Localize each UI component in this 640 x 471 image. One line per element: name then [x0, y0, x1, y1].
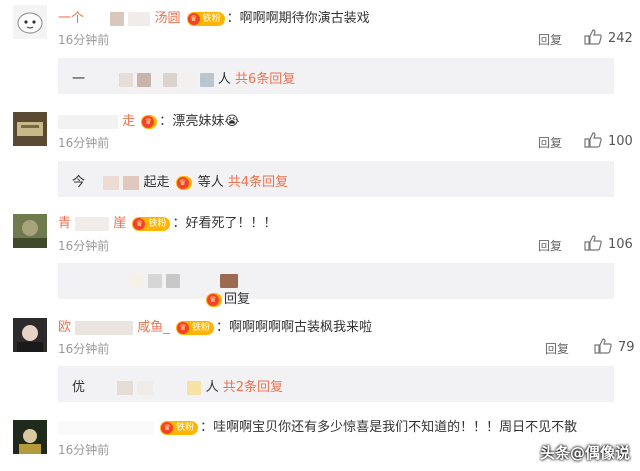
crown-icon: ♛	[187, 12, 200, 25]
crown-icon: ♛	[176, 176, 189, 189]
like-button[interactable]: 100	[584, 132, 633, 149]
photo-avatar	[13, 112, 47, 146]
comment-text-line: ♛ 铁粉 ：哇啊啊宝贝你还有多少惊喜是我们不知道的！！！周日不见不散	[58, 416, 577, 435]
like-count: 79	[618, 340, 635, 355]
timestamp: 16分钟前	[58, 443, 110, 457]
reply-preview-line: 优 人 共2条回复	[72, 380, 284, 395]
fan-badge: ♛	[175, 175, 192, 190]
blurred-name	[110, 11, 125, 26]
timestamp: 16分钟前	[58, 33, 110, 47]
comment-text: 啊啊啊期待你演古装戏	[239, 11, 370, 26]
like-count: 242	[608, 31, 633, 46]
reply-button[interactable]: 回复	[538, 237, 562, 254]
crown-icon: ♛	[161, 421, 174, 434]
comment-text-line: 欧 咸鱼_ ♛ 铁粉 ：啊啊啊啊啊古装枫我来啦	[58, 320, 372, 335]
like-count: 100	[608, 134, 633, 149]
username[interactable]: 走	[58, 114, 139, 129]
username-prefix: 欧	[58, 320, 72, 335]
photo-avatar	[13, 420, 47, 454]
more-replies-link[interactable]: 共6条回复	[235, 72, 295, 87]
thumbs-up-icon	[594, 338, 612, 354]
comment-text: 好看死了！！！	[185, 216, 277, 231]
username-suffix: 汤圆	[154, 11, 181, 26]
avatar[interactable]	[13, 112, 47, 146]
timestamp: 16分钟前	[58, 342, 110, 356]
comment-text-line: 青 崖 ♛ 铁粉 ：好看死了！！！	[58, 216, 277, 231]
username-prefix: 一个	[58, 11, 85, 26]
blurred-name	[128, 11, 151, 26]
thumbs-up-icon	[584, 29, 602, 45]
thumbs-up-icon	[584, 235, 602, 251]
fan-badge[interactable]: ♛	[141, 114, 158, 129]
photo-avatar	[13, 214, 47, 248]
like-button[interactable]: 106	[584, 235, 633, 252]
reply-preview-line: 一 人 共6条回复	[72, 72, 296, 87]
username[interactable]: 一个 汤圆	[58, 11, 185, 26]
timestamp: 16分钟前	[58, 136, 110, 150]
reply-preview[interactable]: 一 人 共6条回复	[58, 58, 614, 94]
comment-text: 漂亮妹妹	[172, 114, 225, 129]
comment-text-line: 走 ♛ ：漂亮妹妹😭	[58, 110, 240, 129]
timestamp: 16分钟前	[58, 239, 110, 253]
avatar[interactable]	[13, 420, 47, 454]
thumbs-up-icon	[584, 132, 602, 148]
watermark: 头条@偶像说	[539, 444, 630, 462]
reply-preview[interactable]: 今 起走 ♛ 等人 共4条回复	[58, 161, 614, 197]
crown-icon: ♛	[176, 321, 189, 334]
reply-button[interactable]: 回复	[538, 31, 562, 48]
username-prefix: 青	[58, 216, 72, 231]
reply-preview-line: ♛ 回复	[72, 273, 250, 307]
fan-badge[interactable]: ♛ 铁粉	[160, 420, 199, 435]
fan-badge[interactable]: ♛ 铁粉	[175, 320, 214, 335]
crown-icon: ♛	[207, 293, 219, 306]
crown-icon: ♛	[133, 217, 146, 230]
reply-preview[interactable]: 优 人 共2条回复	[58, 366, 614, 402]
crown-icon: ♛	[142, 115, 155, 128]
like-button[interactable]: 79	[594, 338, 635, 355]
username-suffix: 走	[122, 114, 136, 129]
fan-badge: ♛	[206, 292, 222, 307]
avatar[interactable]	[13, 5, 47, 39]
reply-preview-line: 今 起走 ♛ 等人 共4条回复	[72, 175, 289, 190]
reply-preview[interactable]: ♛ 回复	[58, 263, 614, 307]
reply-button[interactable]: 回复	[545, 340, 569, 357]
fan-badge[interactable]: ♛ 铁粉	[132, 216, 171, 231]
more-replies-link[interactable]: 共2条回复	[223, 380, 283, 395]
username-suffix: 咸鱼_	[137, 320, 170, 335]
photo-avatar	[13, 318, 47, 352]
comment-text: 啊啊啊啊啊古装枫我来啦	[228, 320, 372, 335]
like-count: 106	[608, 237, 633, 252]
username[interactable]: 欧 咸鱼_	[58, 320, 174, 335]
ghost-avatar-icon	[13, 5, 47, 39]
more-replies-link[interactable]: 共4条回复	[228, 175, 288, 190]
crying-emoji: 😭	[224, 114, 240, 129]
fan-badge[interactable]: ♛ 铁粉	[186, 11, 225, 26]
comment-text: 哇啊啊宝贝你还有多少惊喜是我们不知道的！！！周日不见不散	[213, 420, 578, 435]
comment-text-line: 一个 汤圆 ♛ 铁粉 ：啊啊啊期待你演古装戏	[58, 11, 370, 26]
reply-button[interactable]: 回复	[538, 134, 562, 151]
username[interactable]: 青 崖	[58, 216, 130, 231]
avatar[interactable]	[13, 214, 47, 248]
username-suffix: 崖	[113, 216, 127, 231]
like-button[interactable]: 242	[584, 29, 633, 46]
avatar[interactable]	[13, 318, 47, 352]
